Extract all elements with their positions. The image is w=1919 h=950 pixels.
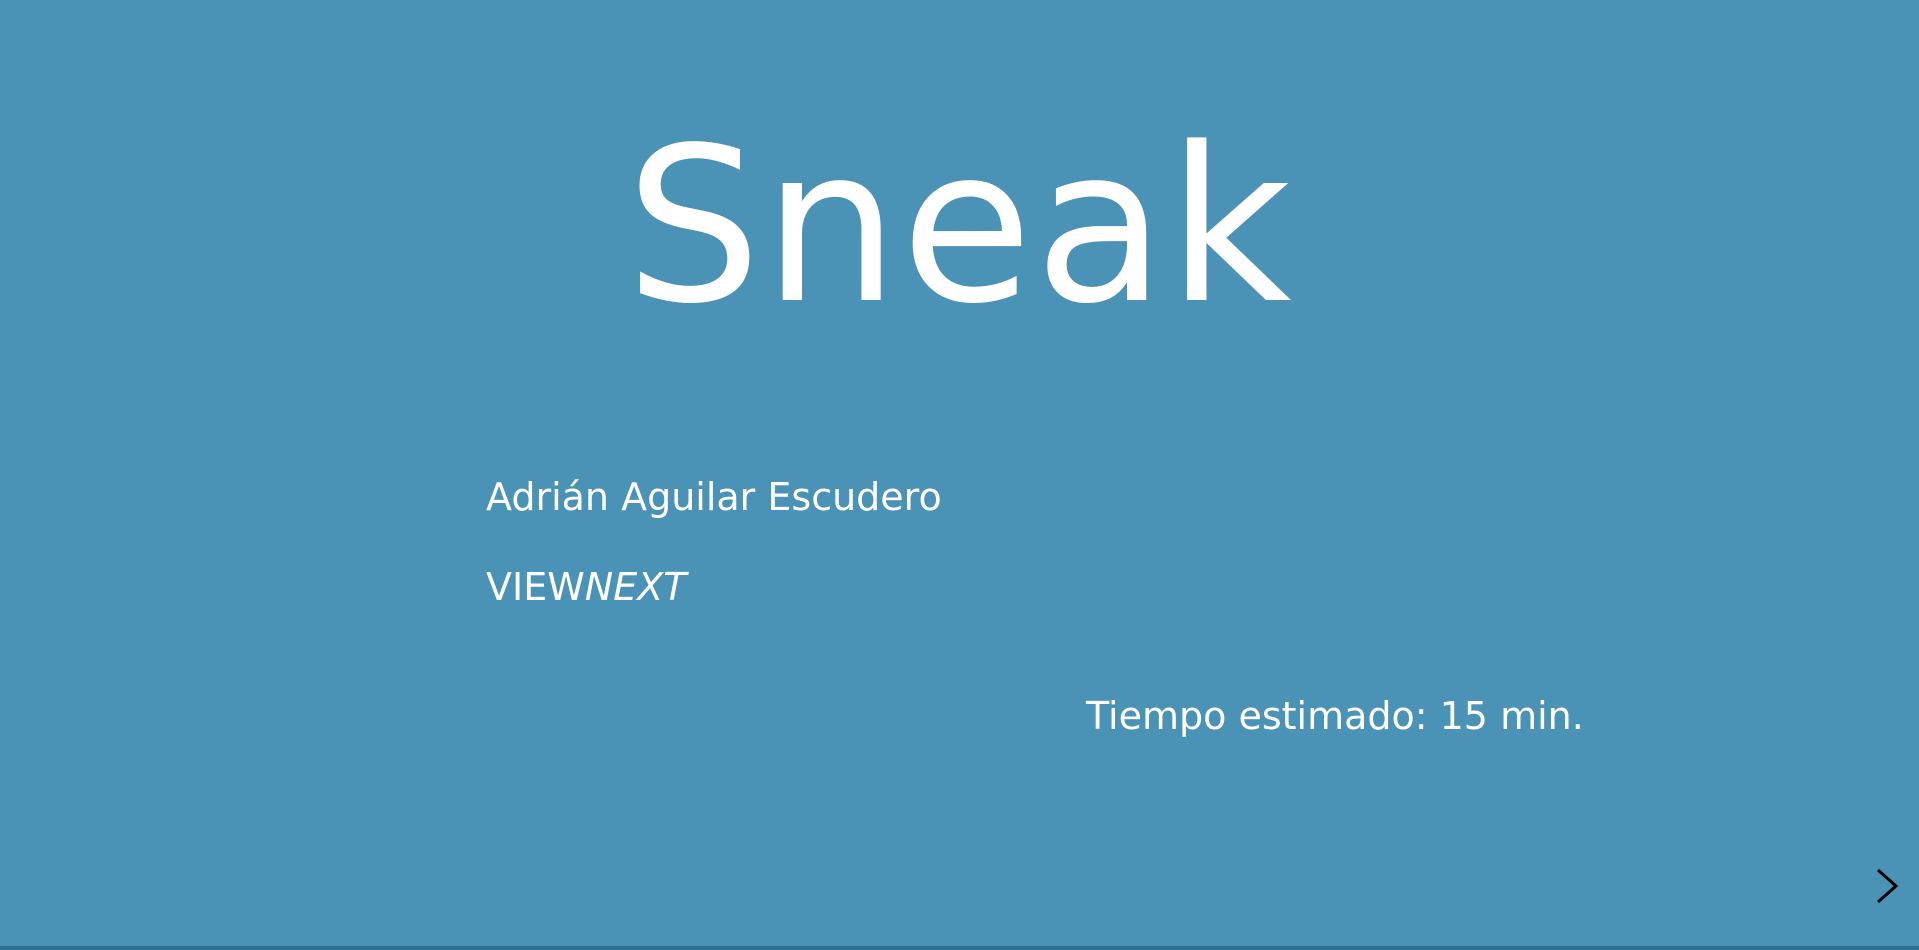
slide-title: Sneak: [625, 102, 1294, 351]
company-name: VIEWNEXT: [486, 565, 686, 611]
progress-bar: [0, 946, 1919, 950]
next-slide-button[interactable]: [1865, 862, 1909, 910]
company-name-prefix: VIEW: [486, 565, 585, 609]
estimated-time: Tiempo estimado: 15 min.: [1086, 694, 1584, 738]
chevron-right-icon: [1877, 868, 1899, 904]
presentation-slide: Sneak Adrián Aguilar Escudero VIEWNEXT T…: [0, 0, 1919, 950]
company-name-suffix: NEXT: [584, 565, 687, 609]
author-name: Adrián Aguilar Escudero: [486, 475, 942, 519]
